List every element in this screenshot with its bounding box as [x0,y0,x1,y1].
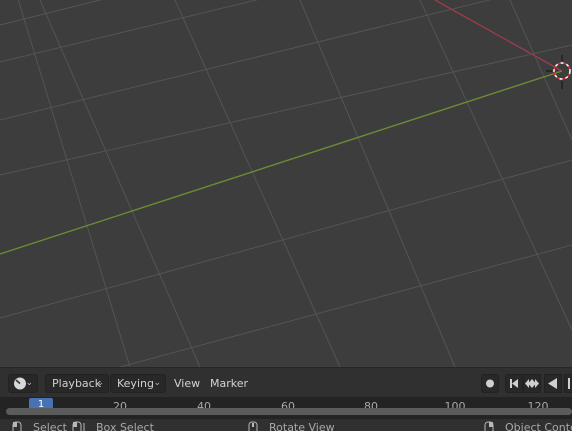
grid-line [174,0,341,367]
playback-menu-label: Playback [52,377,102,390]
mouse-right-icon [484,421,494,431]
viewport-grid [0,0,572,367]
record-icon [486,379,494,388]
view-menu[interactable]: View [174,374,200,393]
play-icon [568,378,570,389]
keyframe-jump-icon [525,379,539,388]
jump-to-start-button[interactable] [505,374,523,393]
chevron-down-icon: ⌄ [96,378,104,388]
x-axis-line [434,0,563,72]
status-bar: Select Box Select Rotate View Object Con… [0,419,572,431]
grid-line [119,244,572,367]
grid-line [0,0,492,121]
grid-line [39,0,201,367]
status-object-context-menu-label: Object Context Menu [505,421,572,431]
record-button[interactable] [481,374,499,393]
editor-type-button[interactable]: ⌄ [8,374,38,393]
3d-viewport[interactable] [0,0,572,367]
status-select-label: Select [33,421,67,431]
grid-line [0,0,103,26]
grid-line [0,0,259,63]
playback-menu[interactable]: Playback ⌄ [45,374,109,393]
mouse-middle-icon [248,421,258,431]
chevron-down-icon: ⌄ [153,378,161,388]
play-reverse-icon [548,378,557,389]
status-rotate-view-label: Rotate View [269,421,335,431]
marker-menu[interactable]: Marker [210,374,248,393]
grid-line [509,0,572,141]
jump-keyframe-button[interactable] [523,374,541,393]
keying-menu[interactable]: Keying ⌄ [110,374,166,393]
grid-line [17,0,131,367]
keying-menu-label: Keying [117,377,154,390]
play-button[interactable] [564,374,572,393]
y-axis-line [0,70,563,255]
grid-line [0,159,572,319]
timeline-header: ⌄ Playback ⌄ Keying ⌄ View Marker [0,367,572,397]
play-reverse-button[interactable] [544,374,562,393]
mouse-drag-icon [72,421,85,431]
status-box-select-label: Box Select [96,421,154,431]
grid-line [419,0,572,331]
chevron-down-icon: ⌄ [25,378,33,388]
grid-line [0,44,572,176]
jump-to-start-icon [510,379,518,388]
timeline-scrollbar[interactable] [6,408,572,415]
mouse-left-icon [12,421,22,431]
